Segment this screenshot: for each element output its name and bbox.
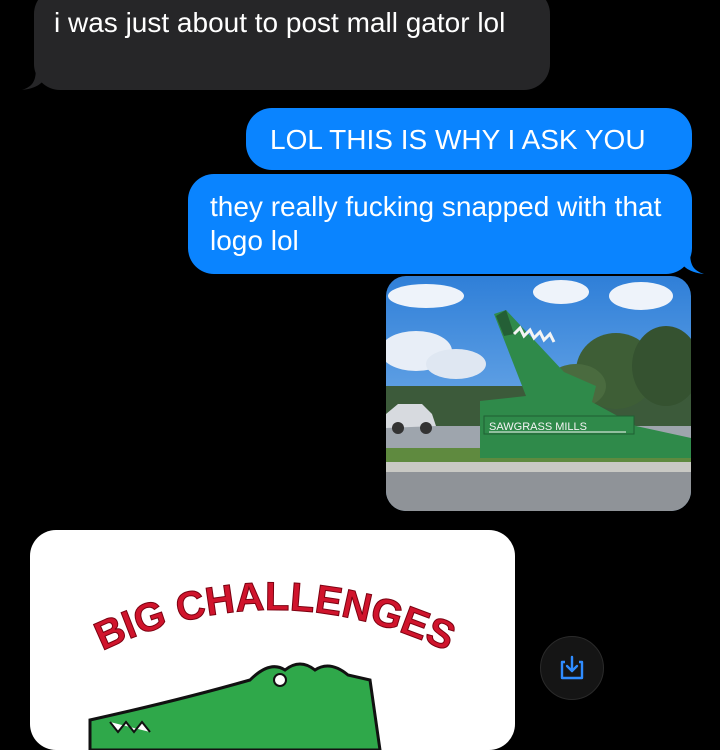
message-text: LOL THIS IS WHY I ASK YOU [270,124,646,155]
incoming-message-bubble[interactable]: i was just about to post mall gator lol [22,0,550,90]
save-download-icon [560,655,584,680]
message-text: i was just about to post mall gator lol [54,7,506,38]
gator-sign-photo: SAWGRASS MILLS [386,276,691,511]
sign-text: SAWGRASS MILLS [489,421,587,433]
photo-attachment[interactable]: SAWGRASS MILLS [386,276,691,511]
save-image-button[interactable] [540,636,604,700]
outgoing-message-bubble[interactable]: LOL THIS IS WHY I ASK YOU [246,108,692,170]
bubble-tail-icon [22,66,48,90]
outgoing-message-bubble[interactable]: they really fucking snapped with that lo… [188,174,704,274]
message-text: they really fucking snapped with that lo… [210,191,662,256]
gator-logo-image: BIG CHALLENGES [88,574,462,750]
sticker-headline: BIG CHALLENGES [88,575,462,660]
bubble-tail-icon [678,250,704,274]
sticker-image-attachment[interactable]: BIG CHALLENGES [30,530,515,750]
